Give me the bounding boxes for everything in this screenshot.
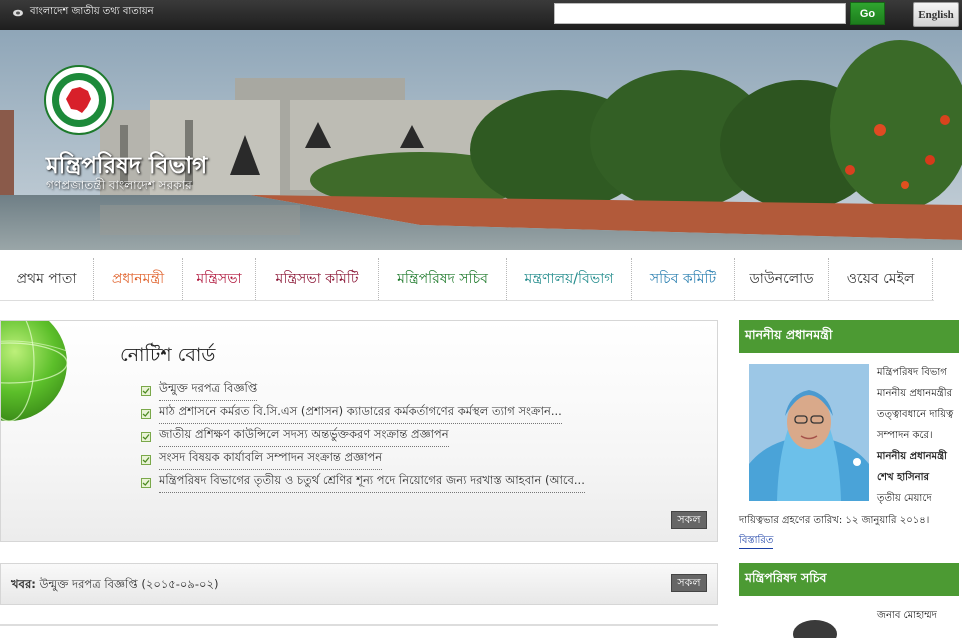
portal-icon xyxy=(13,9,23,16)
news-text: উন্মুক্ত দরপত্র বিজ্ঞপ্তি (২০১৫-০৯-০২) xyxy=(35,577,219,591)
prime-minister-photo xyxy=(749,364,869,501)
notice-link[interactable]: জাতীয় প্রশিক্ষণ কাউন্সিলে সদস্য অন্তর্ভ… xyxy=(159,426,449,447)
list-item: উন্মুক্ত দরপত্র বিজ্ঞপ্তি xyxy=(141,379,585,402)
notice-link[interactable]: উন্মুক্ত দরপত্র বিজ্ঞপ্তি xyxy=(159,380,258,401)
list-item: মন্ত্রিপরিষদ বিভাগের তৃতীয় ও চতুর্থ শ্র… xyxy=(141,471,585,494)
main-navigation: প্রথম পাতা প্রধানমন্ত্রী মন্ত্রিসভা মন্ত… xyxy=(0,258,962,300)
news-all-button[interactable]: সকল xyxy=(671,574,707,592)
notice-list: উন্মুক্ত দরপত্র বিজ্ঞপ্তি মাঠ প্রশাসনে ক… xyxy=(141,379,585,494)
bullet-icon xyxy=(141,477,151,488)
nav-cabinet-secretary[interactable]: মন্ত্রিপরিষদ সচিব xyxy=(379,258,507,300)
parliament-banner-image xyxy=(0,30,962,250)
pm-text-line: মন্ত্রিপরিষদ বিভাগ xyxy=(877,367,947,378)
notice-link[interactable]: মাঠ প্রশাসনে কর্মরত বি.সি.এস (প্রশাসন) ক… xyxy=(159,403,562,424)
search-input[interactable] xyxy=(554,3,846,24)
notice-board: নোটিশ বোর্ড উন্মুক্ত দরপত্র বিজ্ঞপ্তি মা… xyxy=(0,320,718,542)
pm-term-date: দায়িত্বভার গ্রহণের তারিখ: ১২ জানুয়ারি … xyxy=(739,515,930,526)
secretary-text-line: জনাব মোহাম্মদ xyxy=(877,610,937,621)
portal-label: বাংলাদেশ জাতীয় তথ্য বাতায়ন xyxy=(30,6,154,17)
read-more-link[interactable]: বিস্তারিত xyxy=(739,534,774,549)
nav-prime-minister[interactable]: প্রধানমন্ত্রী xyxy=(94,258,183,300)
national-portal-link[interactable]: বাংলাদেশ জাতীয় তথ্য বাতায়ন xyxy=(12,4,154,21)
list-item: মাঠ প্রশাসনে কর্মরত বি.সি.এস (প্রশাসন) ক… xyxy=(141,402,585,425)
pm-text-line: তৃতীয় মেয়াদে xyxy=(877,493,932,504)
notice-board-title: নোটিশ বোর্ড xyxy=(120,344,216,366)
pm-text-line: মাননীয় প্রধানমন্ত্রী xyxy=(877,451,947,462)
bullet-icon xyxy=(141,454,151,465)
nav-download[interactable]: ডাউনলোড xyxy=(735,258,829,300)
nav-home[interactable]: প্রথম পাতা xyxy=(0,258,94,300)
pm-text-line: মাননীয় প্রধানমন্ত্রীর xyxy=(877,388,953,399)
globe-icon xyxy=(1,321,68,422)
pm-text-line: সম্পাদন করে। xyxy=(877,430,933,441)
bullet-icon xyxy=(141,408,151,419)
nav-secretary-committee[interactable]: সচিব কমিটি xyxy=(632,258,735,300)
cabinet-secretary-heading: মন্ত্রিপরিষদ সচিব xyxy=(739,563,959,596)
news-ticker: খবর: উন্মুক্ত দরপত্র বিজ্ঞপ্তি (২০১৫-০৯-… xyxy=(0,563,718,605)
pm-text-line: শেখ হাসিনার xyxy=(877,472,930,483)
news-item[interactable]: খবর: উন্মুক্ত দরপত্র বিজ্ঞপ্তি (২০১৫-০৯-… xyxy=(11,576,218,595)
bullet-icon xyxy=(141,431,151,442)
site-subtitle: গণপ্রজাতন্ত্রী বাংলাদেশ সরকার xyxy=(46,178,192,192)
notice-link[interactable]: সংসদ বিষয়ক কার্যাবলি সম্পাদন সংক্রান্ত … xyxy=(159,449,383,470)
bullet-icon xyxy=(141,385,151,396)
prime-minister-heading: মাননীয় প্রধানমন্ত্রী xyxy=(739,320,959,353)
news-prefix: খবর: xyxy=(11,577,36,591)
english-language-button[interactable]: English xyxy=(913,2,959,27)
notice-link[interactable]: মন্ত্রিপরিষদ বিভাগের তৃতীয় ও চতুর্থ শ্র… xyxy=(159,472,585,493)
nav-cabinet-committee[interactable]: মন্ত্রিসভা কমিটি xyxy=(256,258,379,300)
notice-all-button[interactable]: সকল xyxy=(671,511,707,529)
top-bar: বাংলাদেশ জাতীয় তথ্য বাতায়ন Go English xyxy=(0,0,962,30)
cabinet-secretary-photo xyxy=(770,608,860,638)
nav-web-mail[interactable]: ওয়েব মেইল xyxy=(829,258,933,300)
go-button[interactable]: Go xyxy=(850,2,885,25)
government-emblem-logo xyxy=(44,65,114,135)
pm-text-line: তত্ত্বাবধানে দায়িত্ব xyxy=(877,409,954,420)
nav-divider xyxy=(0,300,934,301)
header-banner: মন্ত্রিপরিষদ বিভাগ গণপ্রজাতন্ত্রী বাংলাদ… xyxy=(0,30,962,250)
nav-ministries-divisions[interactable]: মন্ত্রণালয়/বিভাগ xyxy=(507,258,632,300)
nav-cabinet[interactable]: মন্ত্রিসভা xyxy=(183,258,256,300)
list-item: সংসদ বিষয়ক কার্যাবলি সম্পাদন সংক্রান্ত … xyxy=(141,448,585,471)
list-item: জাতীয় প্রশিক্ষণ কাউন্সিলে সদস্য অন্তর্ভ… xyxy=(141,425,585,448)
